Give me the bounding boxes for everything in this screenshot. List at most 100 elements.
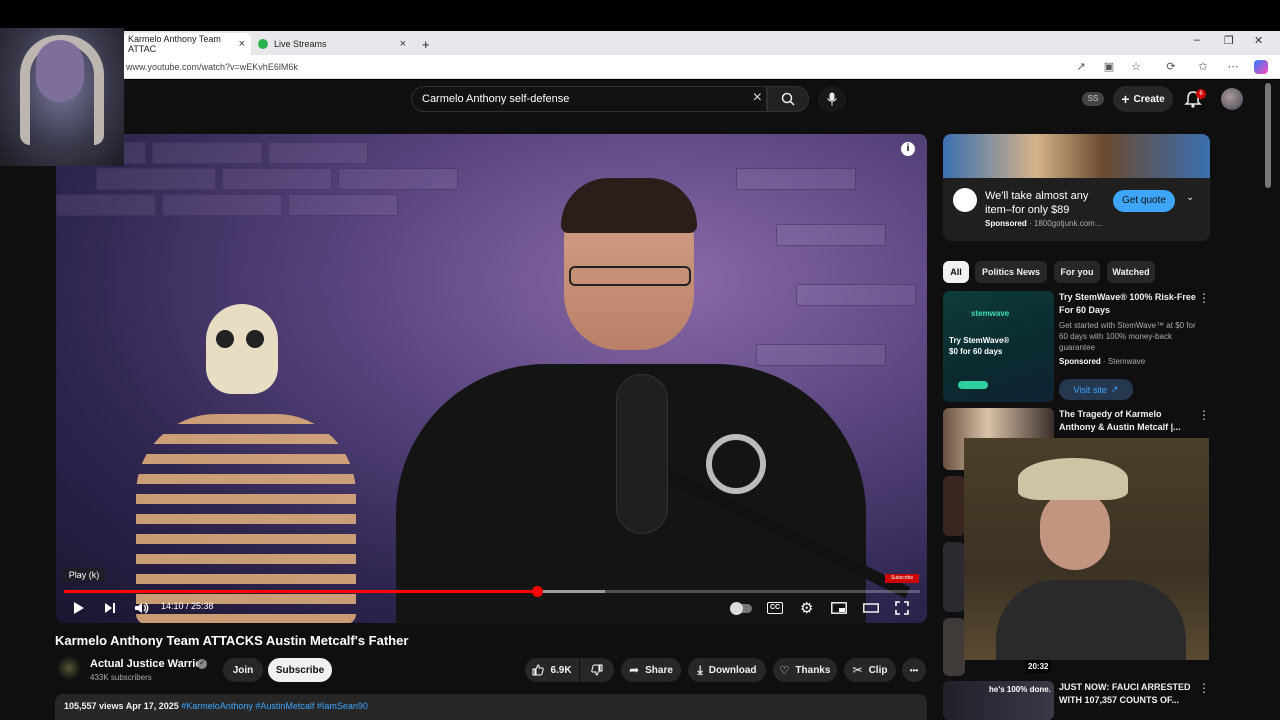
more-options-icon[interactable]: ⋮ [1198, 408, 1210, 422]
clip-icon: ✂ [852, 663, 863, 677]
thanks-button[interactable]: ♡ Thanks [773, 658, 837, 682]
chip-for-you[interactable]: For you [1054, 261, 1100, 283]
scrollbar[interactable] [1265, 83, 1271, 188]
verified-icon: ✓ [197, 659, 207, 669]
address-bar[interactable]: www.youtube.com/watch?v=wEKvhE6lM6k ↗ ▣ … [124, 55, 1280, 79]
url-text[interactable]: www.youtube.com/watch?v=wEKvhE6lM6k [126, 62, 298, 72]
channel-name[interactable]: Actual Justice Warrior [90, 658, 206, 670]
sidebar-video-title[interactable]: JUST NOW: FAUCI ARRESTED WITH 107,357 CO… [1059, 681, 1199, 707]
settings-button[interactable]: ⚙ [800, 600, 813, 617]
create-label: Create [1133, 93, 1165, 105]
video-player[interactable]: i Subscribe [56, 134, 927, 623]
close-window-icon[interactable]: ✕ [1254, 34, 1263, 47]
info-icon[interactable]: i [901, 142, 915, 156]
create-button[interactable]: + Create [1113, 86, 1173, 112]
subscribe-watermark[interactable]: Subscribe [885, 574, 919, 583]
notification-count-badge: 6 [1196, 89, 1206, 99]
view-count: 105,557 views [64, 701, 124, 711]
chevron-down-icon[interactable]: ⌄ [1186, 192, 1194, 203]
close-tab-icon[interactable]: × [400, 38, 406, 50]
channel-avatar[interactable] [57, 656, 81, 680]
captions-button[interactable]: CC [767, 600, 784, 616]
more-actions-button[interactable]: ••• [902, 658, 926, 682]
sidebar-video-title[interactable]: The Tragedy of Karmelo Anthony & Austin … [1059, 408, 1199, 434]
advertiser-logo [953, 188, 977, 212]
search-query-text[interactable]: Carmelo Anthony self-defense [422, 93, 569, 105]
menu-dots-icon[interactable]: ⋯ [1226, 60, 1240, 74]
download-label: Download [708, 664, 757, 676]
description-box[interactable]: 105,557 views Apr 17, 2025 #KarmeloAntho… [55, 694, 927, 720]
join-button[interactable]: Join [223, 658, 263, 682]
browser-tab-active[interactable]: Karmelo Anthony Team ATTAC × [124, 33, 251, 55]
mic-icon [827, 92, 837, 106]
fullscreen-button[interactable] [895, 600, 909, 616]
next-button[interactable] [103, 600, 117, 616]
play-button[interactable] [72, 600, 86, 616]
miniplayer-button[interactable] [831, 600, 847, 616]
webcam-person-face [36, 40, 84, 102]
sidebar-ad-card[interactable]: We'll take almost any item–for only $89 … [943, 134, 1210, 241]
tab-label: Live Streams [274, 39, 327, 49]
get-quote-button[interactable]: Get quote [1113, 190, 1175, 212]
clip-label: Clip [868, 664, 888, 676]
live-streams-favicon-icon [258, 39, 268, 49]
visit-site-button[interactable]: Visit site ↗ [1059, 379, 1133, 400]
visit-site-label: Visit site [1073, 384, 1107, 395]
restore-icon[interactable]: ❐ [1224, 34, 1234, 47]
close-tab-icon[interactable]: × [239, 38, 245, 50]
sponsored-label: Sponsored [1059, 357, 1101, 366]
browser-tab-live-streams[interactable]: Live Streams × [254, 33, 412, 55]
skull-eye [246, 330, 264, 348]
sponsored-label: Sponsored [985, 219, 1027, 228]
search-button[interactable] [767, 86, 809, 112]
miniplayer-icon [831, 602, 847, 614]
copilot-icon[interactable] [1254, 60, 1268, 74]
video-thumbnail[interactable]: he's 100% done. [943, 681, 1054, 720]
autoplay-toggle[interactable] [730, 600, 752, 616]
video-thumbnail[interactable] [943, 542, 965, 612]
thumbnail-brand: stemwave [971, 309, 1010, 318]
chip-politics-news[interactable]: Politics News [975, 261, 1047, 283]
chip-watched[interactable]: Watched [1107, 261, 1155, 283]
search-icon [781, 92, 795, 106]
like-button[interactable]: 6.9K [525, 658, 579, 682]
read-aloud-icon[interactable]: ▣ [1102, 60, 1116, 74]
sidebar-video-title[interactable]: Try StemWave® 100% Risk-Free For 60 Days [1059, 291, 1199, 317]
clip-button[interactable]: ✂ Clip [844, 658, 896, 682]
clear-search-icon[interactable]: × [753, 89, 762, 107]
volume-button[interactable] [134, 600, 150, 616]
stemwave-thumbnail[interactable]: stemwave Try StemWave® $0 for 60 days [943, 291, 1054, 402]
brick-wall-decor [56, 194, 156, 216]
download-button[interactable]: ⤓ Download [688, 658, 766, 682]
brick-wall-decor [152, 142, 262, 164]
video-thumbnail[interactable] [943, 476, 965, 536]
webcam-person-hat [1018, 458, 1128, 500]
more-options-icon[interactable]: ⋮ [1198, 681, 1210, 695]
avatar[interactable] [1221, 88, 1243, 110]
share-button[interactable]: ➦ Share [621, 658, 681, 682]
account-badge[interactable]: SS [1082, 92, 1104, 106]
theater-button[interactable] [863, 600, 879, 616]
favorite-star-icon[interactable]: ☆ [1129, 60, 1143, 74]
subscribe-button[interactable]: Subscribe [268, 658, 332, 682]
skeleton-skull [206, 304, 278, 394]
search-input[interactable]: Carmelo Anthony self-defense × [411, 86, 767, 112]
theater-icon [863, 603, 879, 613]
tab-label: Karmelo Anthony Team ATTAC [128, 34, 221, 54]
chip-all[interactable]: All [943, 261, 969, 283]
webcam-person-face [1040, 490, 1110, 570]
sidebar-ad-desc: Get started with StemWave™ at $0 for 60 … [1059, 321, 1196, 352]
more-options-icon[interactable]: ⋮ [1198, 291, 1210, 305]
minimize-icon[interactable]: – [1194, 34, 1200, 46]
new-tab-button[interactable]: + [418, 33, 434, 55]
video-thumbnail[interactable] [943, 618, 965, 676]
autoplay-toggle-icon [730, 601, 752, 615]
open-in-app-icon[interactable]: ↗ [1074, 60, 1088, 74]
timecode: 14:10 / 25:38 [161, 601, 214, 611]
dislike-button[interactable] [580, 658, 614, 682]
favorites-icon[interactable]: ✩ [1196, 60, 1210, 74]
hashtags[interactable]: #KarmeloAnthony #AustinMetcalf #IamSean9… [181, 701, 368, 711]
voice-search-button[interactable] [818, 86, 846, 112]
host-hair [561, 178, 697, 233]
refresh-icon[interactable]: ⟳ [1164, 60, 1178, 74]
